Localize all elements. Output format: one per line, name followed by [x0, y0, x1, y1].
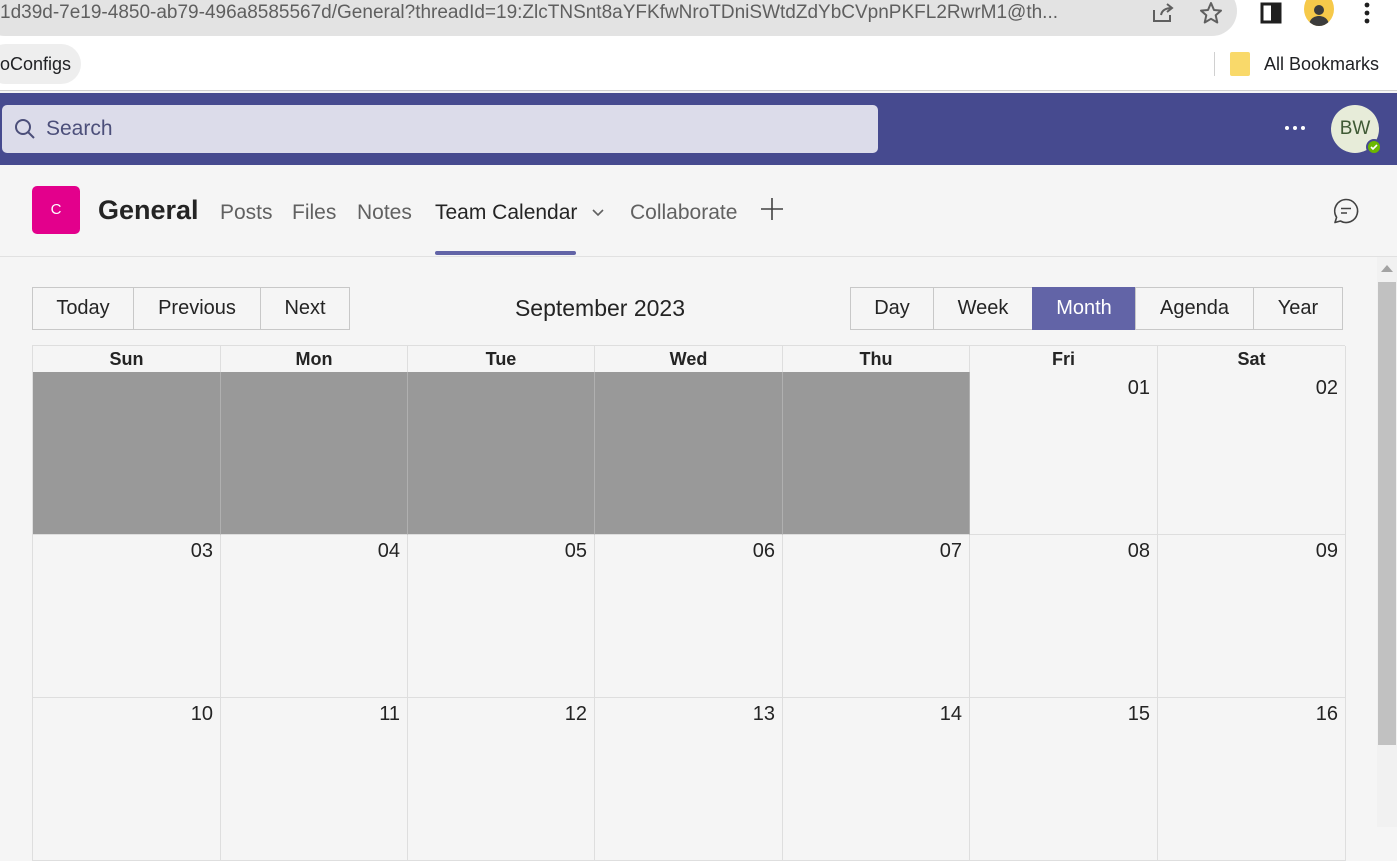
view-week-button[interactable]: Week: [933, 287, 1033, 330]
all-bookmarks-button[interactable]: All Bookmarks: [1230, 44, 1379, 84]
day-cell[interactable]: 13: [595, 698, 783, 861]
calendar-nav-group: Today Previous Next: [32, 287, 350, 330]
profile-icon[interactable]: [1304, 0, 1334, 26]
search-icon: [15, 119, 35, 139]
tab-posts[interactable]: Posts: [220, 201, 273, 225]
weekday-header-row: Sun Mon Tue Wed Thu Fri Sat: [32, 345, 1346, 373]
weekday-header: Wed: [595, 346, 783, 373]
day-number[interactable]: 02: [1316, 377, 1338, 400]
weekday-header: Fri: [970, 346, 1158, 373]
star-icon[interactable]: [1196, 0, 1226, 26]
day-number[interactable]: 06: [753, 540, 775, 563]
day-number[interactable]: 13: [753, 703, 775, 726]
search-placeholder: Search: [46, 117, 113, 140]
view-year-button[interactable]: Year: [1253, 287, 1343, 330]
day-number[interactable]: 09: [1316, 540, 1338, 563]
share-icon[interactable]: [1148, 0, 1178, 26]
off-range-day-cell[interactable]: [783, 372, 970, 535]
tab-team-calendar[interactable]: Team Calendar: [435, 201, 605, 225]
off-range-day-cell[interactable]: [221, 372, 408, 535]
day-cell[interactable]: 14: [783, 698, 970, 861]
url-text[interactable]: 1d39d-7e19-4850-ab79-496a8585567d/Genera…: [0, 0, 1135, 26]
weekday-header: Sun: [33, 346, 221, 373]
tab-collaborate[interactable]: Collaborate: [630, 201, 737, 225]
day-number[interactable]: 03: [191, 540, 213, 563]
day-number[interactable]: 10: [191, 703, 213, 726]
team-tile[interactable]: C: [32, 186, 80, 234]
tab-files[interactable]: Files: [292, 201, 336, 225]
day-number[interactable]: 14: [940, 703, 962, 726]
today-button[interactable]: Today: [32, 287, 134, 330]
channel-name: General: [98, 195, 199, 225]
bookmarks-divider: [1214, 52, 1215, 76]
previous-button[interactable]: Previous: [133, 287, 261, 330]
day-number[interactable]: 05: [565, 540, 587, 563]
day-cell[interactable]: 16: [1158, 698, 1346, 861]
weekday-header: Sat: [1158, 346, 1346, 373]
weekday-header: Tue: [408, 346, 595, 373]
day-cell[interactable]: 10: [33, 698, 221, 861]
search-input[interactable]: Search: [2, 105, 878, 153]
off-range-day-cell[interactable]: [408, 372, 595, 535]
calendar-title: September 2023: [514, 295, 686, 321]
day-number[interactable]: 15: [1128, 703, 1150, 726]
view-day-button[interactable]: Day: [850, 287, 934, 330]
chat-icon[interactable]: [1332, 197, 1360, 225]
weekday-header: Mon: [221, 346, 408, 373]
day-cell[interactable]: 04: [221, 535, 408, 698]
day-number[interactable]: 07: [940, 540, 962, 563]
teams-header: Search BW: [0, 93, 1397, 165]
day-number[interactable]: 08: [1128, 540, 1150, 563]
off-range-day-cell[interactable]: [595, 372, 783, 535]
calendar-view-group: Day Week Month Agenda Year: [850, 287, 1343, 330]
tab-team-calendar-label: Team Calendar: [435, 201, 578, 224]
add-tab-icon[interactable]: [760, 197, 784, 221]
side-panel-icon[interactable]: [1256, 0, 1286, 26]
next-button[interactable]: Next: [260, 287, 350, 330]
folder-icon: [1230, 52, 1250, 76]
scroll-up-arrow-icon[interactable]: [1381, 265, 1393, 272]
day-number[interactable]: 11: [379, 703, 400, 726]
day-cell[interactable]: 05: [408, 535, 595, 698]
day-cell[interactable]: 03: [33, 535, 221, 698]
avatar-initials: BW: [1339, 118, 1371, 139]
day-number[interactable]: 16: [1316, 703, 1338, 726]
week-row: 01 02: [32, 372, 1346, 535]
month-calendar: Sun Mon Tue Wed Thu Fri Sat 01 02 03 04 …: [32, 345, 1346, 861]
tab-notes[interactable]: Notes: [357, 201, 412, 225]
browser-toolbar: 1d39d-7e19-4850-ab79-496a8585567d/Genera…: [0, 0, 1397, 44]
active-tab-indicator: [435, 251, 576, 255]
day-number[interactable]: 01: [1128, 377, 1150, 400]
day-cell[interactable]: 08: [970, 535, 1158, 698]
scrollbar-thumb[interactable]: [1378, 282, 1396, 745]
bookmark-chip[interactable]: oConfigs: [0, 44, 82, 84]
presence-available-icon: [1366, 139, 1382, 155]
off-range-day-cell[interactable]: [33, 372, 221, 535]
day-cell[interactable]: 07: [783, 535, 970, 698]
weekday-header: Thu: [783, 346, 970, 373]
kebab-menu-icon[interactable]: [1352, 0, 1382, 26]
day-cell[interactable]: 15: [970, 698, 1158, 861]
week-row: 10 11 12 13 14 15 16: [32, 698, 1346, 861]
day-cell[interactable]: 01: [970, 372, 1158, 535]
avatar[interactable]: BW: [1331, 105, 1382, 155]
day-number[interactable]: 04: [378, 540, 400, 563]
more-options-icon[interactable]: [1280, 115, 1310, 141]
all-bookmarks-label: All Bookmarks: [1264, 53, 1380, 74]
chevron-down-icon[interactable]: [591, 208, 605, 218]
bookmarks-bar: oConfigs All Bookmarks: [0, 44, 1397, 91]
day-number[interactable]: 12: [565, 703, 587, 726]
day-cell[interactable]: 02: [1158, 372, 1346, 535]
view-agenda-button[interactable]: Agenda: [1135, 287, 1254, 330]
day-cell[interactable]: 11: [221, 698, 408, 861]
day-cell[interactable]: 12: [408, 698, 595, 861]
day-cell[interactable]: 06: [595, 535, 783, 698]
day-cell[interactable]: 09: [1158, 535, 1346, 698]
channel-header: C General Posts Files Notes Team Calenda…: [0, 165, 1397, 257]
week-row: 03 04 05 06 07 08 09: [32, 535, 1346, 698]
view-month-button[interactable]: Month: [1032, 287, 1136, 330]
